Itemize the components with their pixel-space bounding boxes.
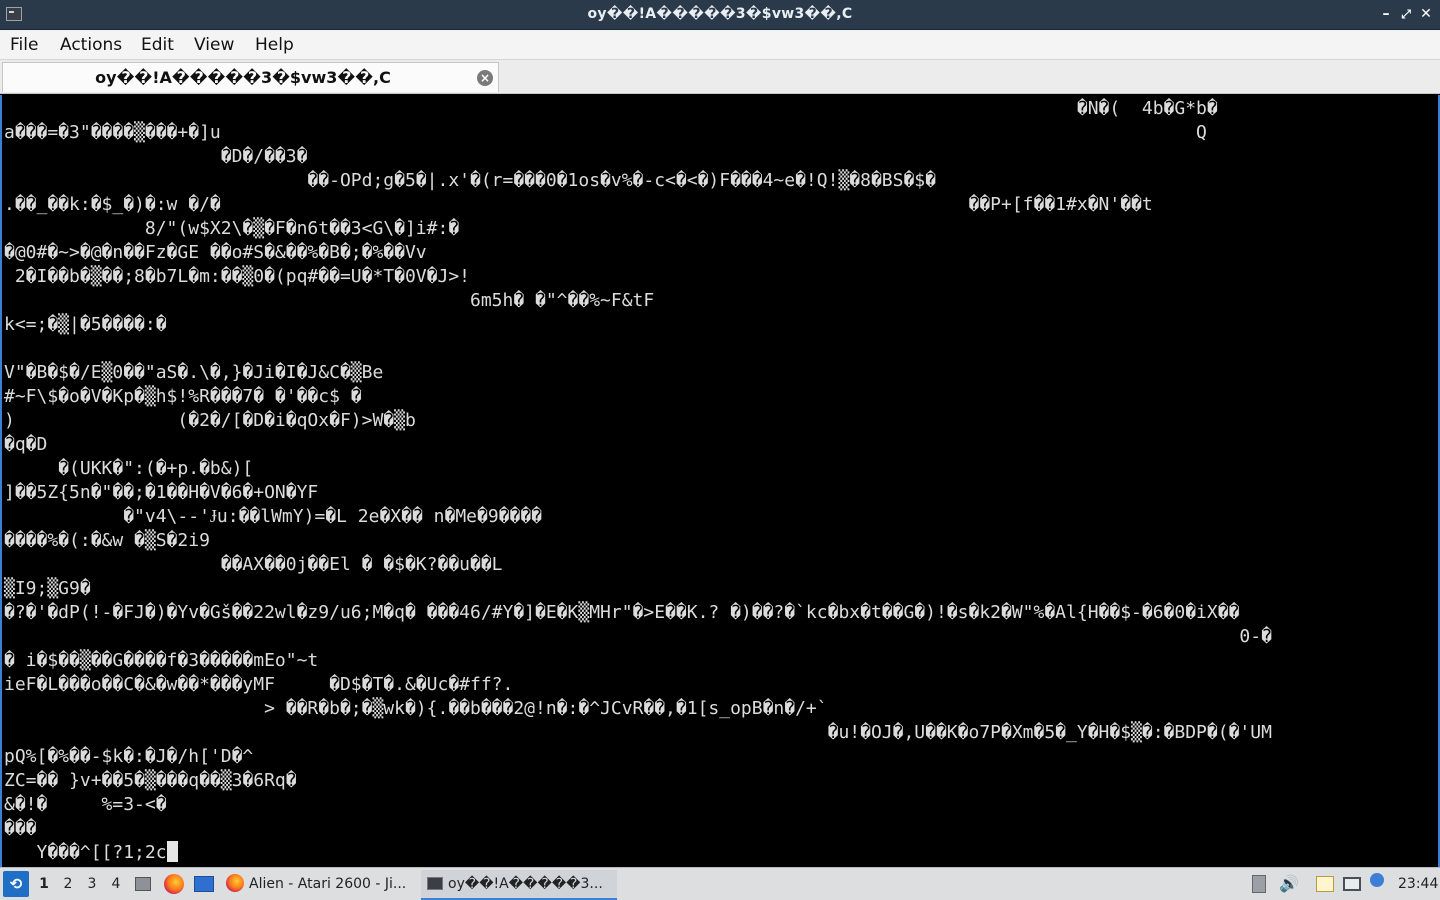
task-label: oy��!A�����3... [448,876,603,892]
terminal-line: k<=;�▒|�5����:� [4,314,167,335]
workspace-2[interactable]: 2 [59,868,77,900]
terminal-line-text: Y���^[[?1;2c [4,842,167,863]
tab-close-icon[interactable]: × [477,70,493,86]
terminal-line: ��AX��0j��El � �$�K?��u��L [4,554,503,575]
terminal-line: ��-OPd;g�5�|.x'�(r=���0�1os�v%�-c<�<�)F�… [4,170,936,191]
terminal-line: .��_��k:�$_�)�:w �/� ��P+[f��1#x�N'��t [4,194,1153,215]
terminal-line: ieF�L���o��C�&�w��*���yMF �D$�T�.&�Uc�#f… [4,674,514,695]
terminal-output[interactable]: �N�( 4b�G*b� a���=�3"����▒���+�]u Q �D�/… [0,95,1440,867]
show-desktop-icon[interactable] [194,876,214,892]
menu-view[interactable]: View [194,35,234,55]
terminal-line: ����%�(:�&w �▒S�2i9 [4,530,210,551]
terminal-line: 6m5h� �"^��%~F&tF [4,290,655,311]
terminal-line: ]��5Z{5n�"��;�1��H�V�6�+ON�YF [4,482,319,503]
terminal-line: 0-� [4,626,1272,647]
terminal-line: a���=�3"����▒���+�]u Q [4,122,1207,143]
terminal-line: �N�( 4b�G*b� [4,98,1218,119]
terminal-line: �(UKK�":(�+p.�b&)[ [4,458,254,479]
terminal-cursor [166,841,178,862]
terminal-prompt-line: Y���^[[?1;2c [4,841,178,865]
terminal-line: ��� [4,818,37,839]
terminal-line: ) (�2�/[�D�i�qOx�F)>W�▒b [4,410,416,431]
menu-edit[interactable]: Edit [141,35,174,55]
terminal-tab[interactable]: oy��!A�����3�$vw3��,C × [2,62,499,92]
start-menu-icon[interactable]: ⟲ [3,871,29,897]
firefox-launcher-icon[interactable] [164,874,184,894]
terminal-line: �u!�OJ�,U��K�o7P�Xm�5�_Y�H�$▒�:�BDP�(�'U… [4,722,1272,743]
terminal-line: ▒I9;▒G9� [4,578,91,599]
notes-icon[interactable] [1316,876,1334,892]
network-icon[interactable] [1343,877,1361,891]
firefox-icon [226,874,244,892]
close-window-button[interactable]: ✕ [1416,4,1436,24]
terminal-line: pQ%[�%��-$k�:�J�/h['D�^ [4,746,254,767]
window-titlebar[interactable]: oy��!A�����3�$vw3��,C – ⤢ ✕ [0,0,1440,30]
workspace-4[interactable]: 4 [107,868,125,900]
task-label: Alien - Atari 2600 - Ji... [249,876,407,892]
volume-icon[interactable]: 🔊 [1279,868,1299,900]
menu-bar: File Actions Edit View Help [0,30,1440,60]
update-notifier-icon[interactable] [1370,873,1384,887]
menu-actions[interactable]: Actions [60,35,122,55]
terminal-line: �D�/��3� [4,146,308,167]
terminal-line: �q�D [4,434,48,455]
terminal-line: 2�I��b�▒��;8�b7L�m:��▒0�(pq#��=U�*T�0V�J… [4,266,470,287]
terminal-line: �"v4\--'Ɉu:��lWmY)=�L 2e�X�� n�Me�9���� [4,506,543,527]
terminal-line: V"�B�$�/E▒0��"aS�.\�,}�Ji�I�J&C�▒Be [4,362,384,383]
maximize-button[interactable]: ⤢ [1396,4,1416,24]
terminal-line: �?�'�dP(!-�FJ�)�Yv�Gš��22wl�z9/u6;M�q� �… [4,602,1240,623]
terminal-line: �@0#�~>�@�n��Fz�GE ��o#S�&��%�B�;�%��Vv [4,242,427,263]
taskbar: ⟲ 1 2 3 4 Alien - Atari 2600 - Ji... oy�… [0,867,1440,900]
menu-help[interactable]: Help [255,35,294,55]
taskbar-task-terminal[interactable]: oy��!A�����3... [421,870,617,900]
window-title: oy��!A�����3�$vw3��,C [587,6,853,22]
workspace-3[interactable]: 3 [83,868,101,900]
terminal-line: > ��R�b�;�▒wk�){.��b���2@!n�:�^JCvR��,�1… [4,698,828,719]
terminal-line: #~F\$�o�V�Kp�▒h$!%R���7� �'��c$ � [4,386,362,407]
tab-bar: oy��!A�����3�$vw3��,C × [0,60,1440,94]
menu-file[interactable]: File [10,35,38,55]
terminal-line: &�!� %=3-<� [4,794,167,815]
minimize-button[interactable]: – [1376,4,1396,24]
terminal-line: ZC=�� }v+��5�▒���q��▒3�6Rq� [4,770,297,791]
terminal-line: � i�$��▒��G����f�3�����mEo"~t [4,650,319,671]
file-manager-icon[interactable] [135,877,151,891]
tab-label: oy��!A�����3�$vw3��,C [95,68,391,87]
workspace-1[interactable]: 1 [35,868,53,900]
taskbar-task-firefox[interactable]: Alien - Atari 2600 - Ji... [222,870,414,898]
clock[interactable]: 23:44 [1398,868,1438,900]
clipboard-icon[interactable] [1252,875,1266,893]
terminal-line: 8/"(w$X2\�▒�F�n6t��3<G\�]i#:� [4,218,460,239]
terminal-icon [427,877,443,890]
